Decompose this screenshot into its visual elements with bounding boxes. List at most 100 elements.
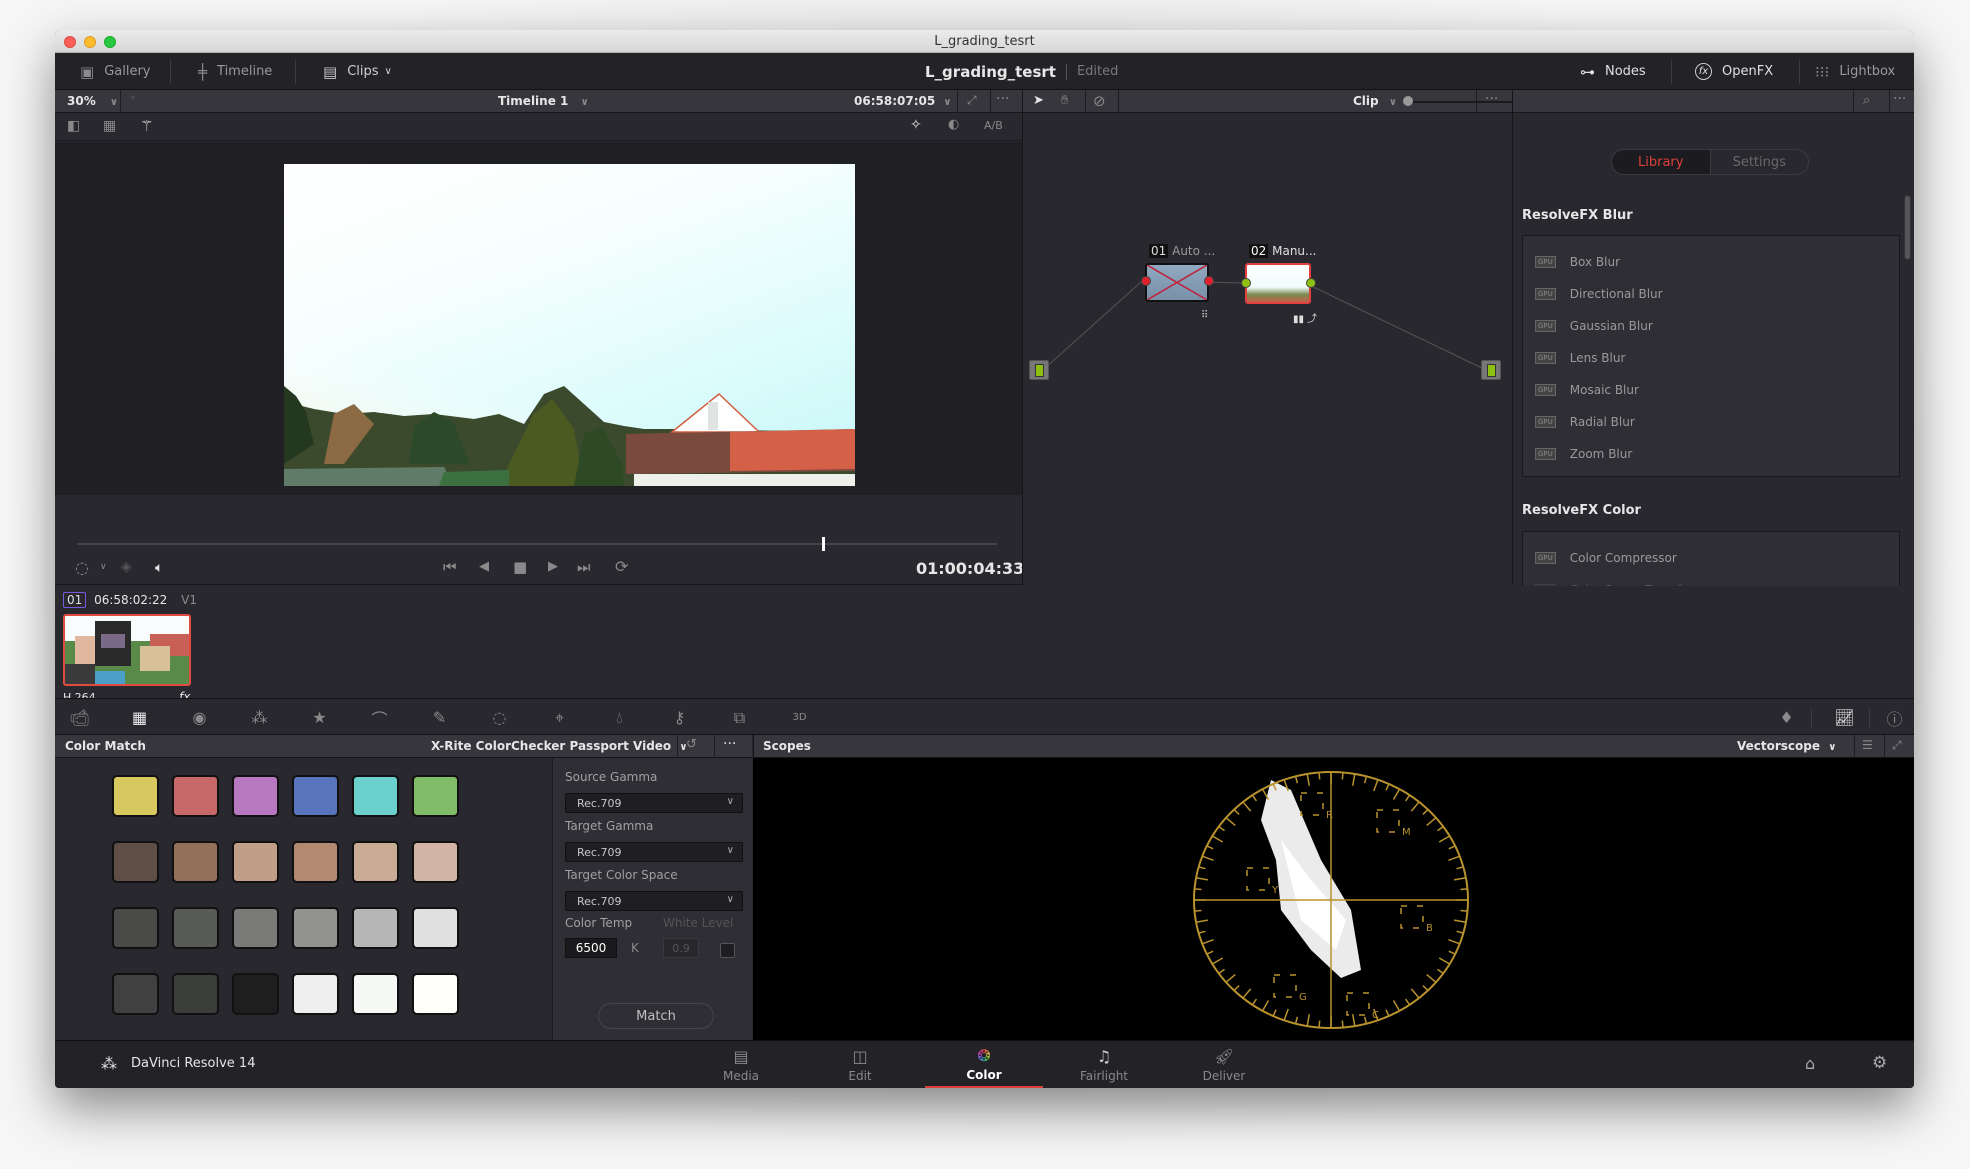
motion-effects-icon[interactable]: ★	[295, 699, 344, 736]
fx-item[interactable]: GPU Mosaic Blur	[1535, 380, 1639, 400]
color-swatch[interactable]	[172, 907, 219, 949]
page-color[interactable]: ❂ Color	[925, 1041, 1043, 1088]
stop-icon[interactable]: ■	[513, 558, 527, 576]
scrollbar[interactable]	[1904, 195, 1911, 260]
fx-item[interactable]: GPU Directional Blur	[1535, 284, 1663, 304]
chart-preset-dropdown[interactable]: X-Rite ColorChecker Passport Video ∨	[431, 739, 687, 753]
home-icon[interactable]: ⌂	[1805, 1054, 1815, 1073]
white-level-input[interactable]: 0.9	[663, 938, 699, 958]
white-level-checkbox[interactable]	[720, 943, 735, 958]
rgb-mixer-icon[interactable]: ⁂	[235, 699, 284, 736]
skip-to-end-icon[interactable]: ⏭︎	[577, 558, 591, 576]
color-swatch[interactable]	[232, 907, 279, 949]
output-node[interactable]	[1481, 360, 1501, 380]
source-gamma-dropdown[interactable]: Rec.709 ∨	[565, 793, 743, 813]
color-temp-input[interactable]: 6500	[565, 938, 617, 958]
clips-button[interactable]: ▤ Clips ∨	[323, 53, 392, 90]
chevron-down-icon[interactable]: ∨	[100, 562, 107, 572]
node-01[interactable]	[1145, 263, 1209, 302]
viewer[interactable]	[55, 142, 1022, 495]
color-swatch[interactable]	[352, 973, 399, 1015]
clip-thumbnail[interactable]	[63, 614, 191, 686]
fx-item[interactable]: GPU Box Blur	[1535, 252, 1620, 272]
expand-icon[interactable]: ⤢	[1892, 738, 1902, 753]
magic-wand-icon[interactable]: ⚚	[140, 117, 153, 135]
skip-to-start-icon[interactable]: ⏮︎	[443, 558, 457, 576]
scopes-icon[interactable]: 📈︎	[1820, 699, 1869, 736]
gallery-button[interactable]: ▣ Gallery	[80, 53, 151, 90]
info-icon[interactable]: ⓘ	[1870, 699, 1914, 736]
more-options-icon[interactable]: ···	[996, 91, 1009, 107]
viewer-mode-icon[interactable]: ◌	[75, 558, 89, 577]
step-back-icon[interactable]: ◀	[479, 559, 489, 574]
loop-icon[interactable]: ⟳	[615, 557, 628, 576]
target-gamma-dropdown[interactable]: Rec.709 ∨	[565, 842, 743, 862]
fx-item[interactable]: GPU Radial Blur	[1535, 412, 1635, 432]
split-screen-icon[interactable]: ◧	[67, 118, 80, 134]
page-fairlight[interactable]: ♫ Fairlight	[1045, 1041, 1163, 1088]
grid-view-icon[interactable]: ▦	[103, 118, 116, 134]
key-icon[interactable]: ⚷	[655, 699, 704, 736]
timeline-button[interactable]: ╪ Timeline	[198, 53, 272, 90]
tab-settings[interactable]: Settings	[1709, 150, 1809, 174]
fullscreen-icon[interactable]: ⤢	[967, 93, 977, 108]
scrub-track[interactable]	[77, 543, 997, 545]
color-swatch[interactable]	[112, 907, 159, 949]
scope-settings-icon[interactable]: ☰	[1862, 738, 1873, 752]
wipe-icon[interactable]: ◐	[948, 117, 959, 132]
play-icon[interactable]: ▶	[548, 559, 558, 574]
fx-item[interactable]: GPU Lens Blur	[1535, 348, 1625, 368]
color-swatch[interactable]	[352, 775, 399, 817]
more-options-icon[interactable]: ···	[723, 736, 736, 752]
color-match-icon[interactable]: ▦	[115, 699, 164, 736]
color-swatch[interactable]	[292, 907, 339, 949]
stereo-3d-icon[interactable]: 3D	[775, 699, 824, 736]
openfx-button[interactable]: fx OpenFX	[1695, 53, 1773, 90]
source-input-node[interactable]	[1029, 360, 1049, 380]
lightbox-button[interactable]: ⁝⁝⁝ Lightbox	[1815, 53, 1895, 90]
ab-compare-button[interactable]: A/B	[984, 119, 1003, 132]
curves-icon[interactable]: ⌒	[355, 699, 404, 736]
source-timecode-dropdown[interactable]: 06:58:07:05 ∨	[854, 94, 952, 108]
node-02[interactable]	[1245, 263, 1311, 304]
sizing-icon[interactable]: ⧉	[715, 699, 764, 736]
color-swatch[interactable]	[412, 973, 459, 1015]
node-02-input[interactable]	[1241, 278, 1251, 288]
node-01-input[interactable]	[1141, 276, 1151, 286]
node-02-output[interactable]	[1306, 278, 1316, 288]
zoom-level-dropdown[interactable]: 30% ∨	[67, 94, 118, 108]
color-swatch[interactable]	[352, 907, 399, 949]
nodes-button[interactable]: ⊶ Nodes	[1580, 53, 1646, 90]
fx-item[interactable]: GPU Gaussian Blur	[1535, 316, 1653, 336]
scope-mode-dropdown[interactable]: Vectorscope ∨	[1737, 739, 1836, 753]
playhead[interactable]	[822, 537, 826, 551]
color-swatch[interactable]	[412, 775, 459, 817]
color-swatch[interactable]	[172, 973, 219, 1015]
node-editor[interactable]: ➤ ✋︎ ⊘ Clip ∨ ··· 01 Auto ... ⠿ 02 Manu.…	[1022, 90, 1516, 585]
blur-icon[interactable]: 💧︎	[595, 699, 644, 736]
reset-icon[interactable]: ↺	[686, 737, 697, 752]
page-media[interactable]: ▤ Media	[682, 1041, 800, 1088]
tracker-icon[interactable]: ⌖	[535, 699, 584, 736]
color-swatch[interactable]	[292, 973, 339, 1015]
color-swatch[interactable]	[352, 841, 399, 883]
timeline-selector[interactable]: Timeline 1 ∨	[498, 94, 589, 108]
camera-raw-icon[interactable]: 📹︎	[55, 699, 104, 736]
color-swatch[interactable]	[112, 973, 159, 1015]
target-color-space-dropdown[interactable]: Rec.709 ∨	[565, 891, 743, 911]
more-options-icon[interactable]: ···	[1893, 91, 1906, 107]
color-swatch[interactable]	[112, 841, 159, 883]
color-swatch[interactable]	[172, 841, 219, 883]
color-swatch[interactable]	[232, 841, 279, 883]
search-icon[interactable]: ⌕	[1863, 93, 1870, 108]
volume-icon[interactable]: 🔈︎	[155, 560, 163, 576]
window-icon[interactable]: ◌	[475, 699, 524, 736]
settings-gear-icon[interactable]: ⚙	[1872, 1053, 1887, 1073]
color-swatch[interactable]	[412, 907, 459, 949]
tab-library[interactable]: Library	[1612, 150, 1710, 174]
color-wheels-icon[interactable]: ◉	[175, 699, 224, 736]
fx-item[interactable]: GPU Zoom Blur	[1535, 444, 1632, 464]
color-swatch[interactable]	[292, 841, 339, 883]
highlight-icon[interactable]: ✧	[910, 117, 922, 133]
viewer-option-dot-icon[interactable]: ◦	[130, 93, 136, 104]
